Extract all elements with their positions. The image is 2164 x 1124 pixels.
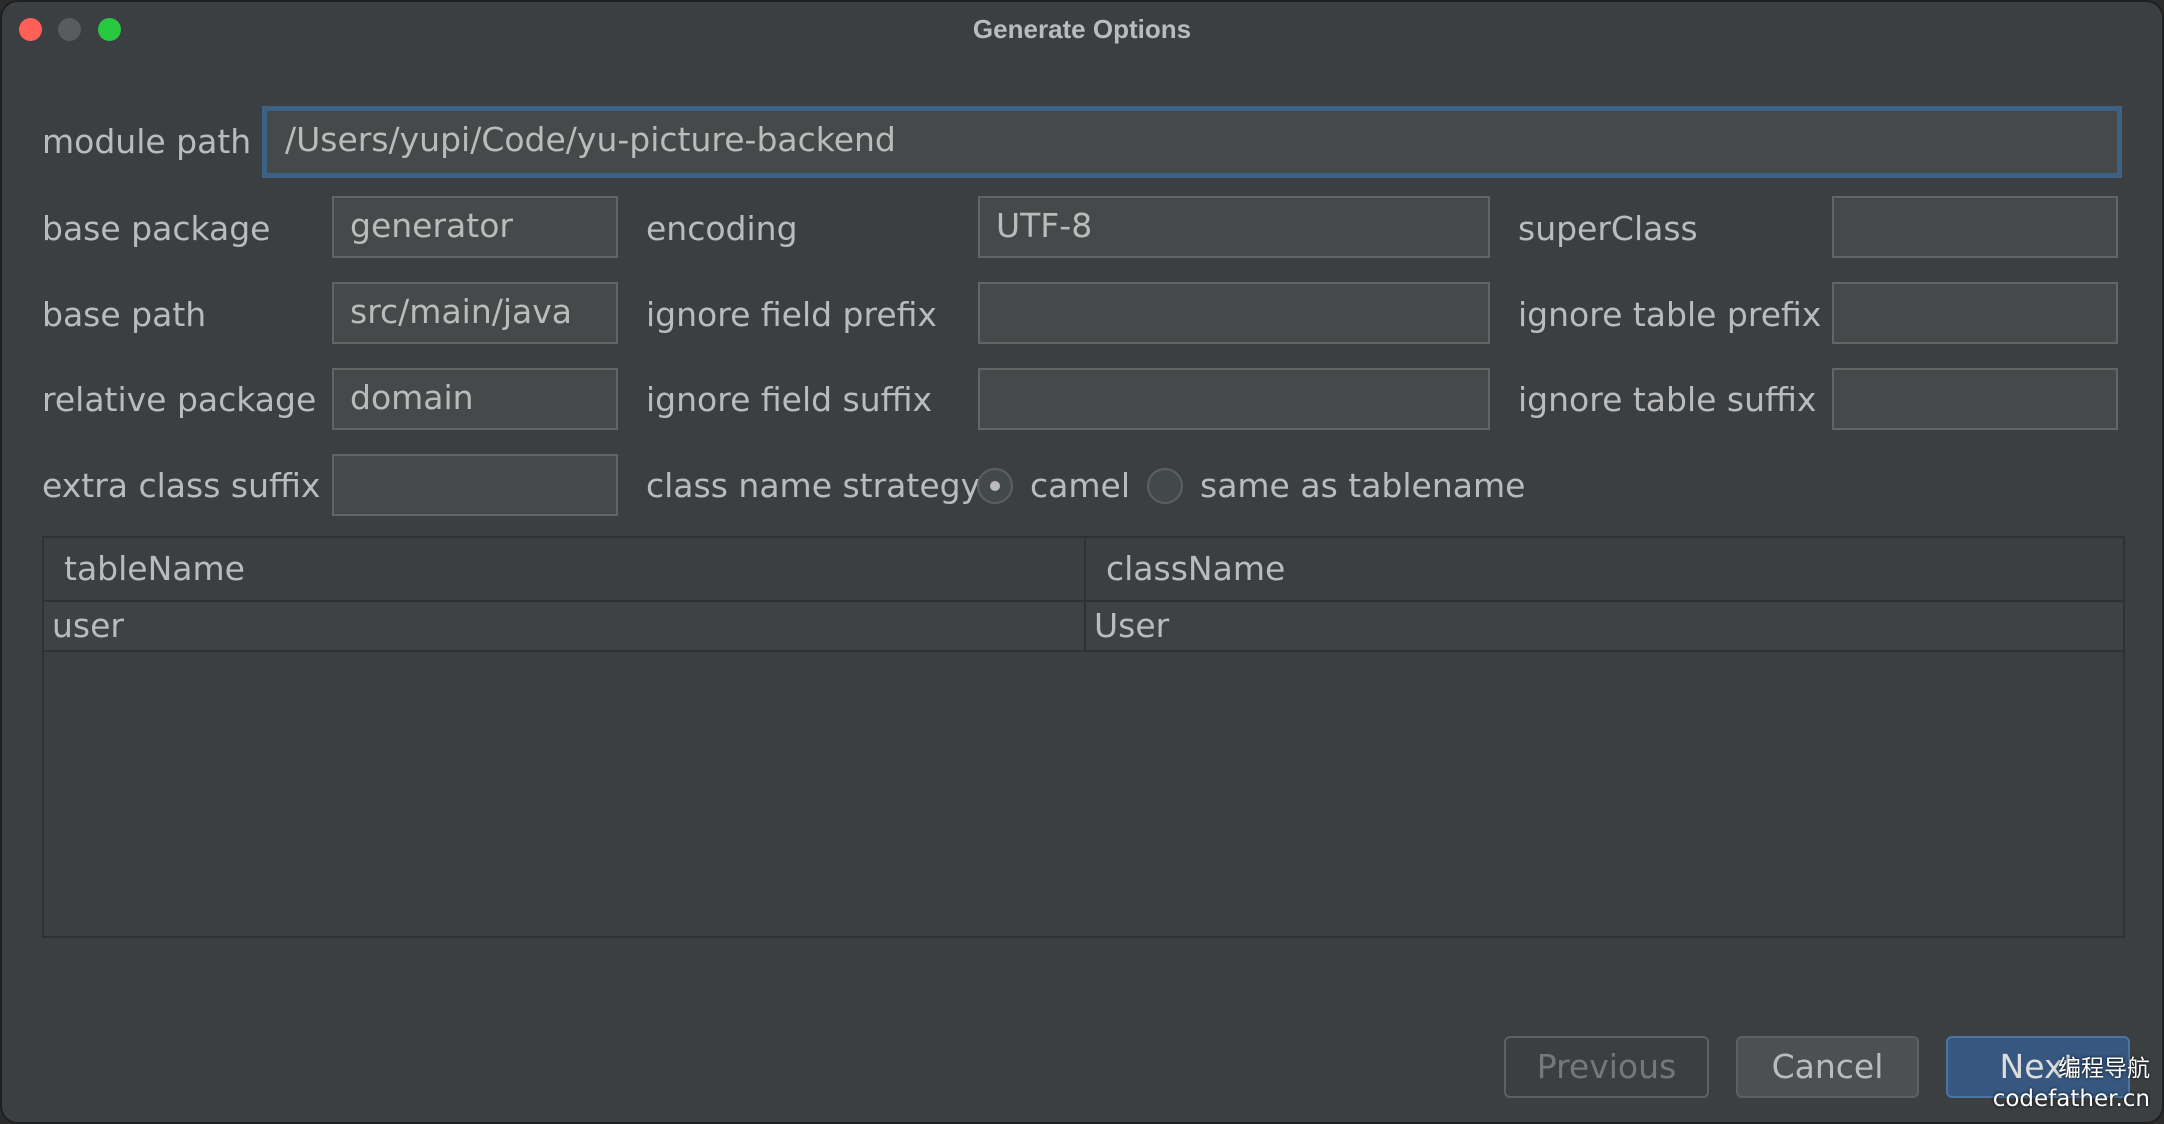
same-as-tablename-option-label[interactable]: same as tablename [1200,466,1525,506]
ignore-field-prefix-input[interactable] [978,282,1490,344]
watermark: 编程导航 codefather.cn [1993,1054,2150,1114]
column-header-classname[interactable]: className [1084,538,2123,600]
ignore-field-suffix-label: ignore field suffix [646,380,933,419]
radio-selected-dot [990,481,1000,491]
class-name-strategy-label: class name strategy [646,466,981,505]
module-path-label: module path [42,122,252,161]
table-mapping-grid: tableName className user User [42,536,2125,938]
table-header: tableName className [44,538,2123,602]
same-as-tablename-radio[interactable] [1147,468,1183,504]
ignore-field-suffix-input[interactable] [978,368,1490,430]
watermark-line-2: codefather.cn [1992,1086,2150,1112]
title-bar: Generate Options [2,2,2162,58]
column-header-tablename[interactable]: tableName [44,538,1084,600]
base-package-label: base package [42,209,271,248]
module-path-input[interactable]: /Users/yupi/Code/yu-picture-backend [262,106,2122,178]
extra-class-suffix-label: extra class suffix [42,466,321,505]
tablename-cell[interactable]: user [44,602,1084,650]
window-title: Generate Options [972,14,1192,44]
cancel-button[interactable]: Cancel [1736,1036,1919,1098]
base-path-label: base path [42,295,207,334]
ignore-table-suffix-label: ignore table suffix [1518,380,1817,419]
encoding-label: encoding [646,209,798,248]
previous-button[interactable]: Previous [1504,1036,1709,1098]
generate-options-dialog: Generate Options module path /Users/yupi… [0,0,2164,1124]
base-package-input[interactable]: generator [332,196,618,258]
superclass-label: superClass [1518,209,1698,248]
table-row[interactable]: user User [44,602,2123,652]
classname-cell[interactable]: User [1084,602,2123,650]
camel-option-label[interactable]: camel [1030,466,1130,506]
superclass-input[interactable] [1832,196,2118,258]
relative-package-label: relative package [42,380,317,419]
encoding-input[interactable]: UTF-8 [978,196,1490,258]
watermark-line-1: 编程导航 [2058,1056,2150,1082]
ignore-table-prefix-input[interactable] [1832,282,2118,344]
ignore-field-prefix-label: ignore field prefix [646,295,937,334]
relative-package-input[interactable]: domain [332,368,618,430]
camel-radio[interactable] [977,468,1013,504]
extra-class-suffix-input[interactable] [332,454,618,516]
ignore-table-suffix-input[interactable] [1832,368,2118,430]
base-path-input[interactable]: src/main/java [332,282,618,344]
ignore-table-prefix-label: ignore table prefix [1518,295,1822,334]
